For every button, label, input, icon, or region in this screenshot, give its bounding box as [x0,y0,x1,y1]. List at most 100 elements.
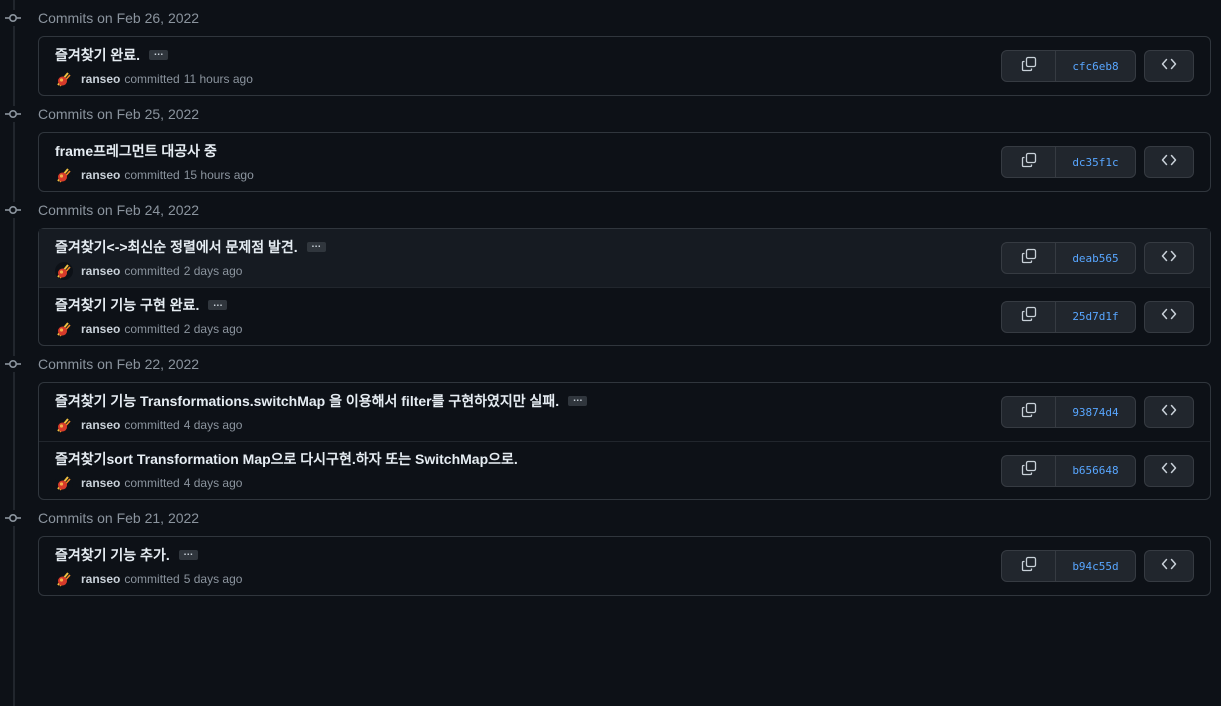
commit-message-line: 즐겨찾기 완료. … [55,45,1001,65]
commit-sha-link[interactable]: b94c55d [1056,551,1135,581]
committed-label: committed [124,417,180,432]
commit-list: 즐겨찾기 기능 Transformations.switchMap 을 이용해서… [38,382,1211,500]
commit-time: 4 days ago [183,417,243,432]
browse-repo-button[interactable] [1144,300,1194,333]
commit-info: frame프레그먼트 대공사 중 ranseo committed 15 hours … [55,141,1001,184]
committed-label: committed [124,322,180,336]
code-icon [1161,306,1177,327]
browse-repo-button[interactable] [1144,50,1194,82]
commit-row: frame프레그먼트 대공사 중 ranseo committed 15 hours … [39,133,1210,191]
copy-icon [1021,152,1037,173]
commit-info: 즐겨찾기 기능 Transformations.switchMap 을 이용해서… [55,391,1001,434]
browse-repo-button[interactable] [1144,396,1194,428]
git-commit-icon [5,356,21,372]
copy-sha-button[interactable] [1002,301,1056,332]
expand-message-button[interactable]: … [306,240,326,252]
commit-meta: ranseo committed 2 days ago [55,261,1001,280]
expand-message-button[interactable]: … [208,298,228,310]
code-icon [1161,152,1177,173]
author-link[interactable]: ranseo [81,168,120,182]
copy-icon [1021,248,1037,269]
browse-repo-button[interactable] [1144,242,1194,274]
avatar-icon[interactable] [55,415,73,434]
commit-group-header: Commits on Feb 22, 2022 [0,346,1221,382]
commit-message-link[interactable]: 즐겨찾기<->최신순 정렬에서 문제점 발견. [55,237,298,257]
commit-list: 즐겨찾기 완료. … ranseo committed 11 hours ago cfc6… [38,36,1211,96]
avatar-icon[interactable] [55,165,73,184]
expand-message-button[interactable]: … [178,548,198,560]
sha-button-group: b656648 [1001,454,1136,487]
commit-sha-link[interactable]: deab565 [1056,243,1135,273]
copy-sha-button[interactable] [1002,51,1056,81]
commit-group: Commits on Feb 24, 2022 즐겨찾기<->최신순 정렬에서 문… [0,192,1221,346]
commit-time: 11 hours ago [183,71,253,86]
copy-sha-button[interactable] [1002,243,1056,273]
author-link[interactable]: ranseo [81,572,120,586]
avatar-icon[interactable] [55,569,73,588]
commit-sha-link[interactable]: cfc6eb8 [1056,51,1135,81]
commit-row: 즐겨찾기sort Transformation Map으로 다시구현.하자 또는… [39,441,1210,499]
commit-message-link[interactable]: 즐겨찾기 기능 구현 완료. [55,295,199,315]
copy-sha-button[interactable] [1002,397,1056,427]
avatar-icon[interactable] [55,320,73,338]
commit-sha-link[interactable]: dc35f1c [1056,147,1135,177]
commit-message-link[interactable]: frame프레그먼트 대공사 중 [55,141,217,161]
author-link[interactable]: ranseo [81,418,120,432]
code-icon [1161,402,1177,423]
browse-repo-button[interactable] [1144,454,1194,487]
commit-actions: 25d7d1f [1001,300,1194,333]
commit-group-title: Commits on Feb 24, 2022 [38,202,200,218]
commit-actions: deab565 [1001,242,1194,274]
commit-group-title: Commits on Feb 26, 2022 [38,10,200,26]
commit-meta: ranseo committed 4 days ago [55,474,1001,492]
commit-actions: cfc6eb8 [1001,50,1194,82]
browse-repo-button[interactable] [1144,550,1194,582]
commit-message-link[interactable]: 즐겨찾기sort Transformation Map으로 다시구현.하자 또는… [55,449,518,469]
commit-message-link[interactable]: 즐겨찾기 기능 추가. [55,545,170,565]
sha-button-group: cfc6eb8 [1001,50,1136,82]
commit-meta: ranseo committed 11 hours ago [55,69,1001,88]
committed-label: committed [124,263,180,278]
commit-row: 즐겨찾기 기능 구현 완료. … ranseo committed 2 days ago… [39,287,1210,345]
code-icon [1161,56,1177,77]
commit-group: Commits on Feb 26, 2022 즐겨찾기 완료. … ranseo co… [0,0,1221,96]
commit-list: 즐겨찾기 기능 추가. … ranseo committed 5 days ago b94… [38,536,1211,596]
browse-repo-button[interactable] [1144,146,1194,178]
sha-button-group: b94c55d [1001,550,1136,582]
expand-message-button[interactable]: … [568,394,588,406]
commit-time: 15 hours ago [183,167,254,182]
copy-sha-button[interactable] [1002,147,1056,177]
author-link[interactable]: ranseo [81,322,120,336]
code-icon [1161,556,1177,577]
commit-message-line: 즐겨찾기 기능 Transformations.switchMap 을 이용해서… [55,391,1001,411]
sha-button-group: dc35f1c [1001,146,1136,178]
commit-meta: ranseo committed 4 days ago [55,415,1001,434]
author-link[interactable]: ranseo [81,476,120,490]
copy-sha-button[interactable] [1002,455,1056,486]
commit-group-header: Commits on Feb 24, 2022 [0,192,1221,228]
commit-message-link[interactable]: 즐겨찾기 완료. [55,45,140,65]
commit-group: Commits on Feb 21, 2022 즐겨찾기 기능 추가. … ranse… [0,500,1221,596]
copy-icon [1021,306,1037,327]
commit-actions: 93874d4 [1001,396,1194,428]
avatar-icon[interactable] [55,261,73,280]
author-link[interactable]: ranseo [81,72,120,86]
code-icon [1161,248,1177,269]
commit-group-title: Commits on Feb 25, 2022 [38,106,200,122]
avatar-icon[interactable] [55,69,73,88]
commit-message-line: 즐겨찾기 기능 추가. … [55,545,1001,565]
avatar-icon[interactable] [55,474,73,492]
commit-meta: ranseo committed 15 hours ago [55,165,1001,184]
commit-row: 즐겨찾기 기능 Transformations.switchMap 을 이용해서… [39,383,1210,441]
commit-sha-link[interactable]: 25d7d1f [1056,302,1135,332]
commit-group-title: Commits on Feb 21, 2022 [38,510,200,526]
commit-history: Commits on Feb 26, 2022 즐겨찾기 완료. … ranseo co… [0,0,1221,596]
commit-sha-link[interactable]: 93874d4 [1056,397,1135,427]
copy-sha-button[interactable] [1002,551,1056,581]
commit-group-header: Commits on Feb 26, 2022 [0,0,1221,36]
author-link[interactable]: ranseo [81,264,120,278]
commit-message-link[interactable]: 즐겨찾기 기능 Transformations.switchMap 을 이용해서… [55,391,559,411]
expand-message-button[interactable]: … [149,48,169,60]
copy-icon [1021,402,1037,423]
commit-sha-link[interactable]: b656648 [1056,456,1135,486]
